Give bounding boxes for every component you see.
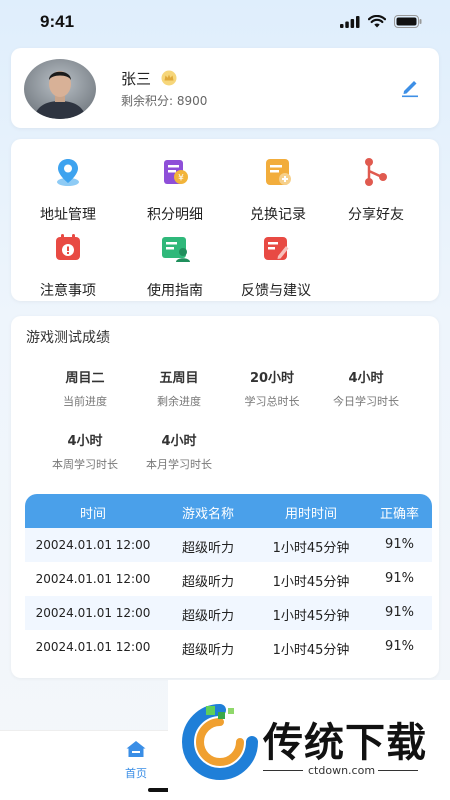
cell-time: 20024.01.01 12:00 [35, 572, 151, 586]
cell-accuracy: 91% [385, 639, 414, 654]
status-time: 9:41 [40, 12, 75, 31]
watermark-title: 传统下载 [263, 720, 427, 766]
watermark-logo [182, 704, 258, 780]
notice-icon [56, 234, 80, 260]
menu-points-detail[interactable]: ¥ 积分明细 [120, 156, 230, 223]
guide-icon [162, 237, 190, 262]
menu-feedback[interactable]: 反馈与建议 [221, 232, 331, 299]
cell-game-name: 超级听力 [181, 541, 234, 556]
stat-current-progress: 周目二 当前进度 [37, 367, 133, 409]
wifi-icon [368, 15, 386, 28]
column-header-accuracy: 正确率 [379, 507, 419, 522]
table-row: 20024.01.01 12:00 超级听力 1小时45分钟 91% [25, 596, 432, 630]
stat-remaining-progress: 五周目 剩余进度 [131, 367, 227, 409]
stat-label: 今日学习时长 [333, 395, 399, 408]
game-test-results-card: 游戏测试成绩 周目二 当前进度 五周目 剩余进度 20小时 学习总时长 4小时 … [11, 316, 439, 678]
stat-value: 周目二 [65, 371, 105, 386]
cell-time: 20024.01.01 12:00 [35, 640, 151, 654]
share-icon [365, 158, 387, 186]
menu-exchange-record[interactable]: 兑换记录 [223, 156, 333, 223]
exchange-record-icon [266, 159, 291, 185]
stat-value: 五周目 [159, 371, 199, 386]
stat-total-study-time: 20小时 学习总时长 [224, 367, 320, 409]
watermark-divider-right [378, 770, 418, 771]
menu-card: 地址管理 ¥ 积分明细 兑换记录 分享好友 注意事项 使用指南 反馈与建议 [11, 139, 439, 301]
battery-icon [394, 15, 422, 28]
vip-crown-icon [161, 70, 177, 86]
points-label: 剩余积分: [121, 94, 174, 108]
points-line: 剩余积分: 8900 [121, 92, 207, 109]
menu-label: 反馈与建议 [241, 283, 311, 299]
cell-time: 20024.01.01 12:00 [35, 606, 151, 620]
table-header: 时间 游戏名称 用时时间 正确率 [25, 494, 432, 528]
stat-label: 当前进度 [63, 395, 107, 408]
table-row: 20024.01.01 12:00 超级听力 1小时45分钟 91% [25, 630, 432, 664]
stat-label: 学习总时长 [244, 395, 300, 408]
menu-label: 积分明细 [147, 207, 203, 223]
cell-duration: 1小时45分钟 [272, 575, 350, 590]
table-row: 20024.01.01 12:00 超级听力 1小时45分钟 91% [25, 528, 432, 562]
watermark-url: ctdown.com [308, 764, 376, 777]
stat-value: 4小时 [348, 371, 384, 386]
cell-game-name: 超级听力 [181, 609, 234, 624]
cell-game-name: 超级听力 [181, 575, 234, 590]
cell-duration: 1小时45分钟 [272, 609, 350, 624]
cell-duration: 1小时45分钟 [272, 541, 350, 556]
status-icons [340, 15, 422, 28]
cell-game-name: 超级听力 [181, 643, 234, 658]
svg-text:¥: ¥ [178, 174, 184, 184]
points-detail-icon: ¥ [164, 160, 188, 184]
stat-label: 本周学习时长 [52, 458, 118, 471]
stat-value: 4小时 [161, 434, 197, 449]
points-value: 8900 [176, 94, 208, 108]
avatar[interactable] [24, 59, 96, 119]
menu-label: 地址管理 [40, 207, 96, 223]
profile-card: 张三 剩余积分: 8900 [11, 48, 439, 128]
user-name: 张三 [121, 70, 152, 88]
cell-duration: 1小时45分钟 [272, 643, 350, 658]
results-table: 时间 游戏名称 用时时间 正确率 20024.01.01 12:00 超级听力 … [25, 494, 432, 664]
cell-time: 20024.01.01 12:00 [35, 538, 151, 552]
menu-label: 使用指南 [147, 283, 203, 299]
menu-address-management[interactable]: 地址管理 [13, 156, 123, 223]
watermark-divider-left [263, 770, 303, 771]
stat-month-study-time: 4小时 本月学习时长 [131, 430, 227, 472]
stat-label: 剩余进度 [157, 395, 201, 408]
column-header-duration: 用时时间 [284, 507, 337, 522]
signal-icon [340, 15, 360, 28]
menu-label: 分享好友 [348, 207, 404, 223]
tab-home-label: 首页 [125, 767, 147, 780]
stat-label: 本月学习时长 [146, 458, 212, 471]
cell-accuracy: 91% [385, 537, 414, 552]
menu-share-friends[interactable]: 分享好友 [321, 156, 431, 223]
stat-week-study-time: 4小时 本周学习时长 [37, 430, 133, 472]
column-header-game-name: 游戏名称 [181, 507, 234, 522]
edit-icon[interactable] [399, 76, 421, 98]
column-header-time: 时间 [79, 507, 106, 522]
stat-today-study-time: 4小时 今日学习时长 [318, 367, 414, 409]
stat-value: 20小时 [249, 371, 295, 386]
feedback-icon [264, 237, 289, 260]
cell-accuracy: 91% [385, 571, 414, 586]
menu-user-guide[interactable]: 使用指南 [120, 232, 230, 299]
menu-label: 兑换记录 [250, 207, 306, 223]
section-title: 游戏测试成绩 [26, 330, 110, 346]
location-pin-icon [57, 159, 79, 186]
menu-label: 注意事项 [40, 283, 96, 299]
stat-value: 4小时 [67, 434, 103, 449]
watermark-overlay: 传统下载 ctdown.com [168, 680, 450, 800]
menu-notice[interactable]: 注意事项 [13, 232, 123, 299]
table-row: 20024.01.01 12:00 超级听力 1小时45分钟 91% [25, 562, 432, 596]
tab-home[interactable]: 首页 [118, 739, 154, 781]
home-icon [126, 741, 146, 757]
cell-accuracy: 91% [385, 605, 414, 620]
status-bar: 9:41 [0, 0, 450, 46]
